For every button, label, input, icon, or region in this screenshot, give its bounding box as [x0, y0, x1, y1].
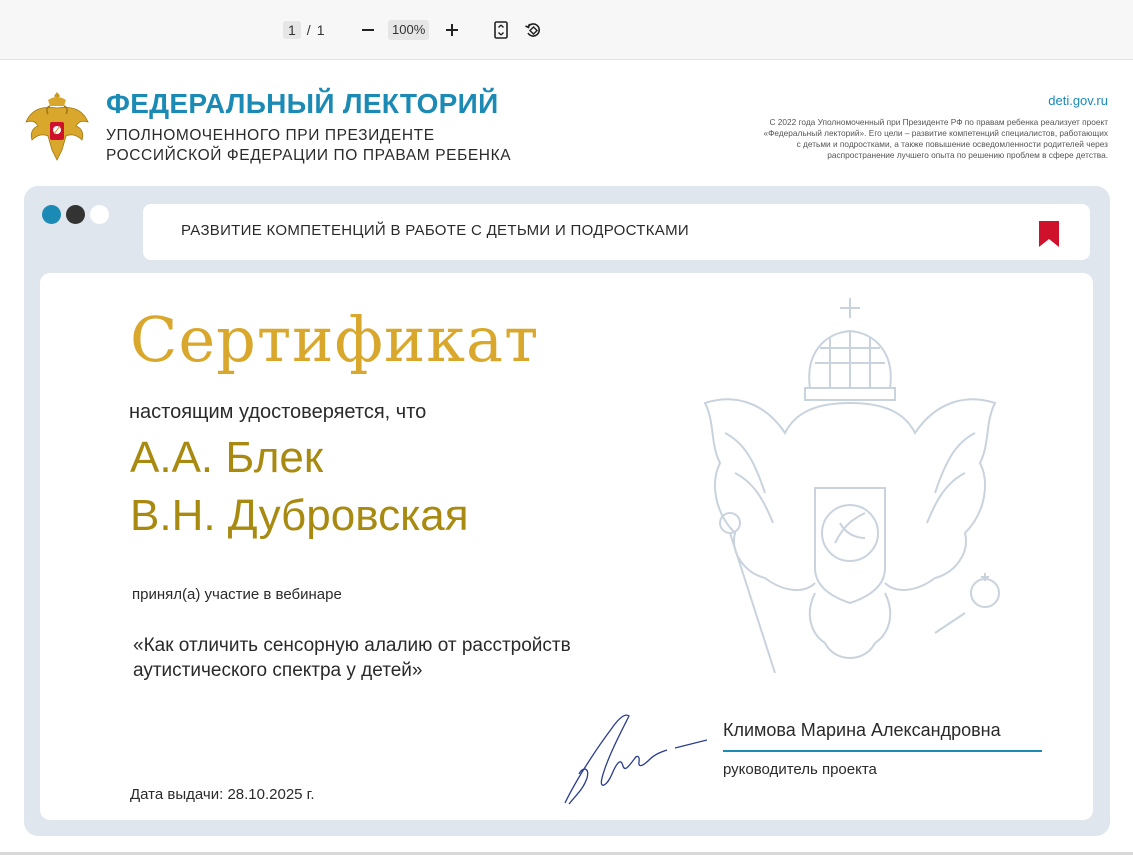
page-total: 1: [316, 22, 325, 38]
certificate-card: Сертификат настоящим удостоверяется, что…: [40, 273, 1093, 820]
signer-role: руководитель проекта: [723, 761, 877, 778]
topic-title: РАЗВИТИЕ КОМПЕТЕНЦИЙ В РАБОТЕ С ДЕТЬМИ И…: [181, 222, 689, 239]
issue-date-label: Дата выдачи:: [130, 786, 224, 803]
site-link[interactable]: deti.gov.ru: [1048, 93, 1108, 108]
page-number-input[interactable]: 1: [283, 21, 301, 39]
description-line: распространение лучшего опыта по решению…: [827, 150, 1108, 160]
project-description: С 2022 года Уполномоченный при Президент…: [668, 117, 1108, 161]
coat-of-arms-watermark-icon: [703, 298, 1000, 674]
lectorium-title: ФЕДЕРАЛЬНЫЙ ЛЕКТОРИЙ: [106, 88, 499, 119]
issue-date-value: 28.10.2025 г.: [227, 786, 315, 803]
webinar-title: «Как отличить сенсорную алалию от расстр…: [133, 633, 693, 683]
recipient-name: В.Н. Дубровская: [130, 491, 469, 540]
signature-line: [723, 750, 1042, 752]
zoom-out-button[interactable]: [356, 18, 380, 42]
rotate-icon: [525, 23, 540, 37]
rotate-button[interactable]: [521, 18, 545, 42]
coat-of-arms-icon: [25, 92, 89, 161]
description-line: «Федеральный лекторий». Его цели – разви…: [763, 128, 1108, 138]
issue-date-row: Дата выдачи: 28.10.2025 г.: [130, 786, 315, 803]
window-dot-dark: [66, 205, 85, 224]
page-separator: /: [306, 22, 311, 38]
page-indicator: 1 / 1: [283, 20, 324, 40]
plus-icon: [446, 24, 458, 36]
bookmark-icon: [1039, 221, 1059, 247]
zoom-in-button[interactable]: [440, 18, 464, 42]
description-line: С 2022 года Уполномоченный при Президент…: [769, 117, 1109, 127]
pdf-toolbar: 1 / 1 100%: [0, 0, 1133, 60]
window-dot-blue: [42, 205, 61, 224]
certify-text: настоящим удостоверяется, что: [129, 401, 427, 423]
lectorium-subtitle-1: УПОЛНОМОЧЕННОГО ПРИ ПРЕЗИДЕНТЕ: [106, 127, 435, 144]
window-dot-white: [90, 205, 109, 224]
fit-page-button[interactable]: [489, 18, 513, 42]
webinar-title-line: аутистического спектра у детей»: [133, 660, 423, 681]
participation-text: принял(а) участие в вебинаре: [132, 586, 342, 603]
topic-bar: РАЗВИТИЕ КОМПЕТЕНЦИЙ В РАБОТЕ С ДЕТЬМИ И…: [143, 204, 1090, 260]
fit-page-icon: [494, 21, 508, 39]
description-line: с детьми и подростками, а также повышени…: [796, 139, 1108, 149]
certificate-title: Сертификат: [130, 303, 540, 376]
handwritten-signature: [564, 714, 707, 805]
zoom-level[interactable]: 100%: [388, 20, 430, 40]
webinar-title-line: «Как отличить сенсорную алалию от расстр…: [133, 635, 571, 656]
lectorium-subtitle-2: РОССИЙСКОЙ ФЕДЕРАЦИИ ПО ПРАВАМ РЕБЕНКА: [106, 147, 512, 164]
minus-icon: [362, 29, 374, 31]
signer-name: Климова Марина Александровна: [723, 720, 1001, 740]
recipient-name: А.А. Блек: [130, 433, 324, 482]
